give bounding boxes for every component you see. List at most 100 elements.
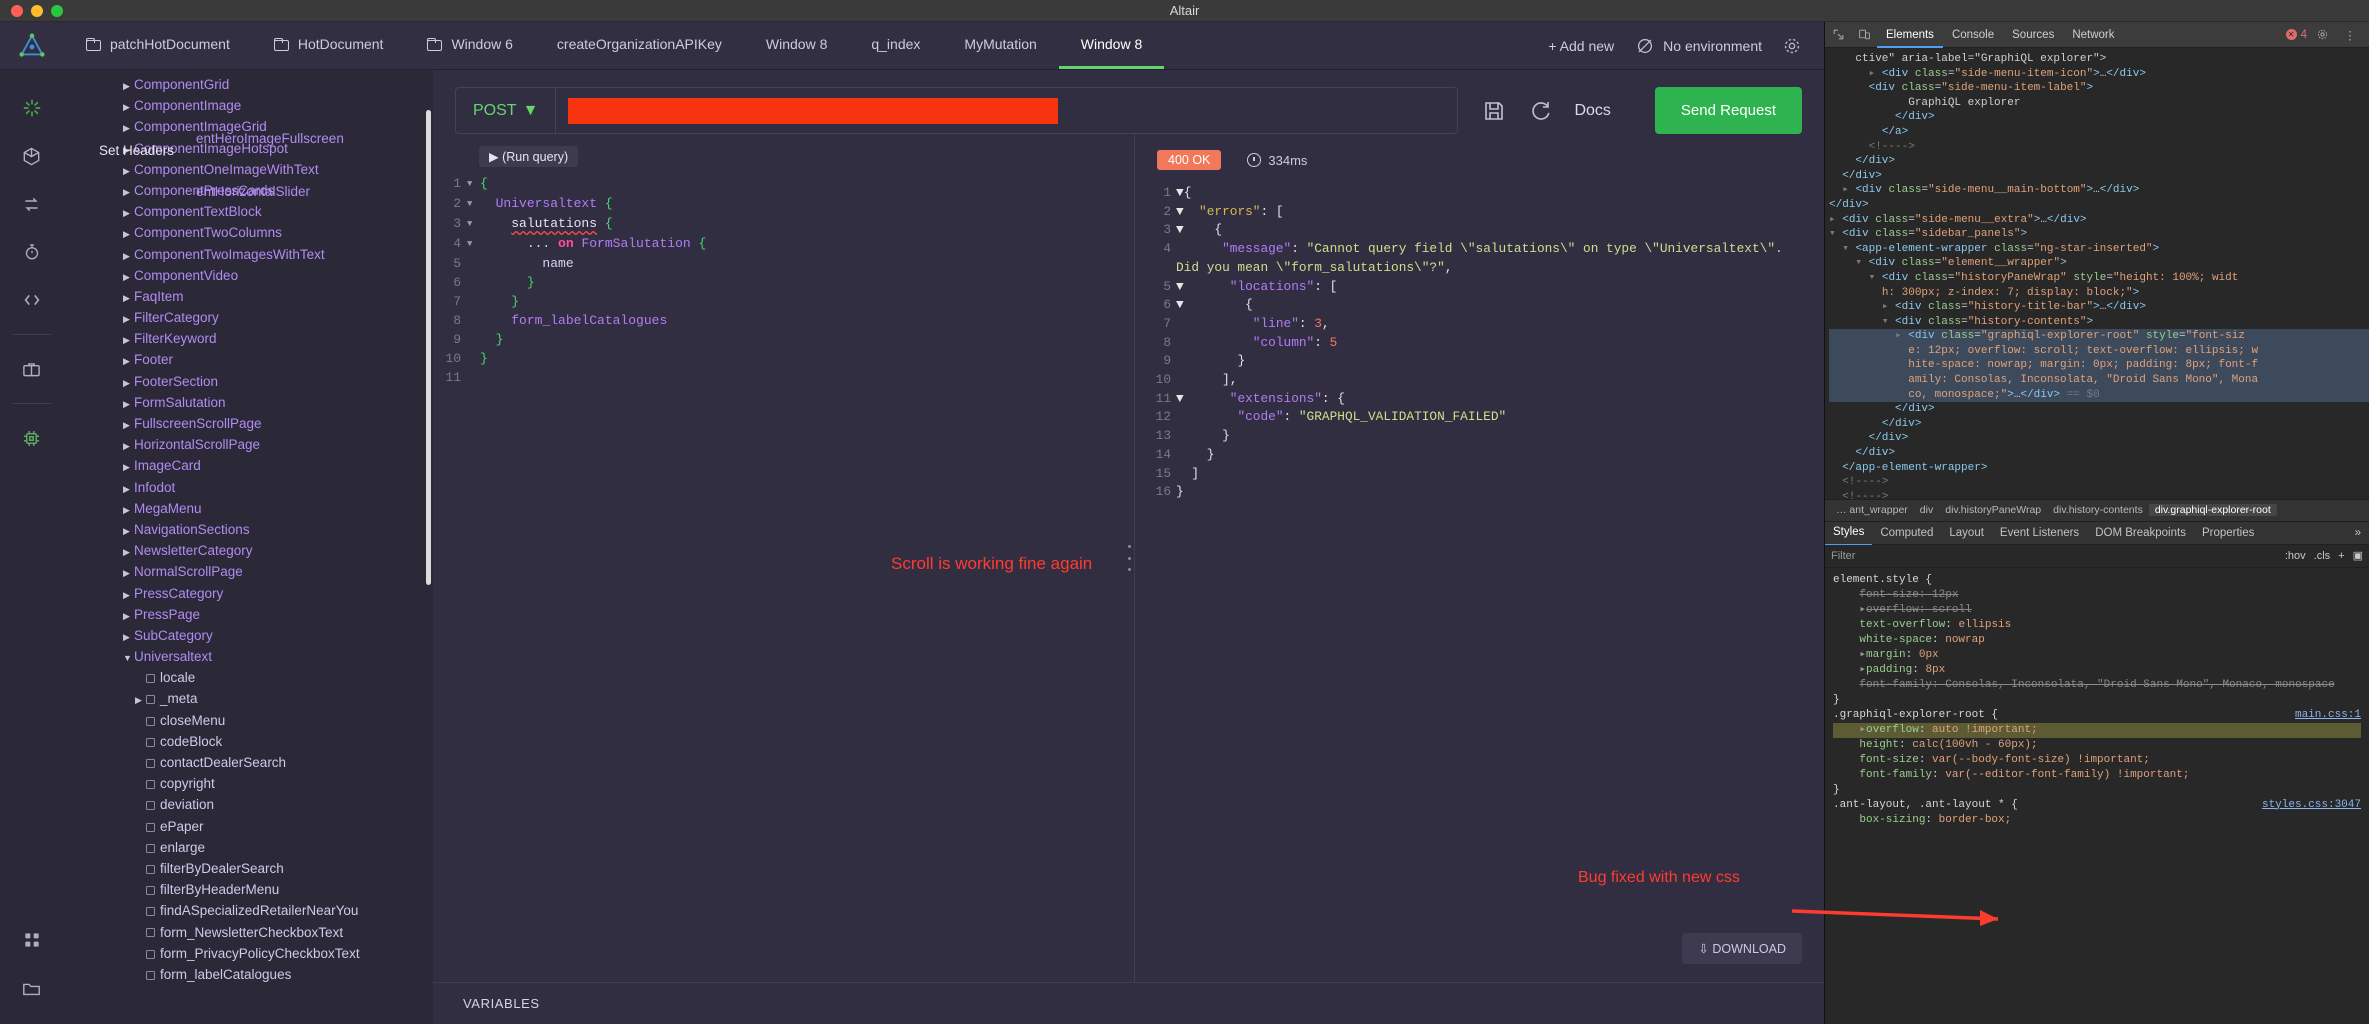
devtools-tab-network[interactable]: Network bbox=[2063, 22, 2123, 48]
docs-field-item[interactable]: form_labelCatalogues bbox=[63, 964, 433, 985]
url-input-redacted[interactable] bbox=[568, 97, 1059, 124]
css-declaration[interactable]: ▸overflow: auto !important; bbox=[1833, 722, 2361, 738]
url-input-group[interactable]: POST ▼ bbox=[455, 87, 1459, 134]
breadcrumb-item[interactable]: div.graphiql-explorer-root bbox=[2148, 504, 2277, 516]
docs-type-item[interactable]: ▶ Footer bbox=[63, 349, 433, 370]
css-rule[interactable]: .ant-layout, .ant-layout * {styles.css:3… bbox=[1833, 798, 2361, 828]
breadcrumb-item[interactable]: div.history-contents bbox=[2047, 504, 2149, 516]
styles-tab-styles[interactable]: Styles bbox=[1825, 520, 1873, 546]
gear-icon[interactable] bbox=[1782, 36, 1802, 56]
docs-type-item[interactable]: ▶ SubCategory bbox=[63, 625, 433, 646]
field-checkbox[interactable] bbox=[146, 907, 155, 917]
field-checkbox[interactable] bbox=[146, 822, 155, 832]
breadcrumb-item[interactable]: div bbox=[1914, 504, 1939, 516]
dom-tree-line[interactable]: ctive" aria-label="GraphiQL explorer"> bbox=[1829, 52, 2369, 67]
docs-field-item[interactable]: filterByHeaderMenu bbox=[63, 879, 433, 900]
css-declaration[interactable]: box-sizing: border-box; bbox=[1833, 813, 2361, 828]
dom-tree-line[interactable]: hite-space: nowrap; margin: 0px; padding… bbox=[1829, 358, 2369, 374]
css-declaration[interactable]: font-family: Consolas, Inconsolata, "Dro… bbox=[1833, 678, 2361, 693]
run-query-codelens[interactable]: ▶ (Run query) bbox=[479, 146, 579, 167]
query-editor-pane[interactable]: ▶ (Run query) 1 ▼{2 ▼ Universaltext {3 ▼ sa… bbox=[433, 134, 1124, 982]
dom-tree-line[interactable]: <!----> bbox=[1829, 140, 2369, 155]
docs-type-item[interactable]: ▶ ComponentImageGrid bbox=[63, 116, 433, 137]
dom-tree-line[interactable]: ▾ <div class="historyPaneWrap" style="he… bbox=[1829, 271, 2369, 286]
fold-arrow-icon[interactable]: ▼ bbox=[467, 195, 480, 214]
docs-type-item[interactable]: ▶ FooterSection bbox=[63, 371, 433, 392]
docs-scrollbar[interactable] bbox=[426, 110, 431, 585]
styles-tab-properties[interactable]: Properties bbox=[2194, 521, 2262, 545]
dom-tree-line[interactable]: <!----> bbox=[1829, 475, 2369, 490]
css-declaration[interactable]: font-size: var(--body-font-size) !import… bbox=[1833, 753, 2361, 768]
docs-type-item[interactable]: ▶ Infodot bbox=[63, 477, 433, 498]
field-checkbox[interactable] bbox=[146, 801, 155, 811]
schema-cube-icon[interactable] bbox=[10, 132, 54, 180]
css-selector[interactable]: .graphiql-explorer-root {main.css:1 bbox=[1833, 708, 2361, 723]
docs-type-item[interactable]: ▶ ComponentGrid bbox=[63, 74, 433, 95]
styles-tabs-overflow-icon[interactable]: » bbox=[2355, 527, 2369, 539]
docs-type-item[interactable]: ▶ FilterKeyword bbox=[63, 328, 433, 349]
breadcrumb-item[interactable]: div.historyPaneWrap bbox=[1939, 504, 2047, 516]
docs-type-item[interactable]: ▶ ComponentTextBlock bbox=[63, 201, 433, 222]
docs-type-item[interactable]: ▶ FormSalutation bbox=[63, 392, 433, 413]
dom-tree-line[interactable]: </div> bbox=[1829, 154, 2369, 169]
dom-tree-line[interactable]: <div class="side-menu-item-label"> bbox=[1829, 81, 2369, 96]
field-checkbox[interactable] bbox=[146, 780, 155, 790]
dom-tree-line[interactable]: </div> bbox=[1829, 417, 2369, 432]
dom-tree-line[interactable]: ▾ <app-element-wrapper class="ng-star-in… bbox=[1829, 242, 2369, 257]
docs-type-item[interactable]: ▶ NormalScrollPage bbox=[63, 561, 433, 582]
dom-tree[interactable]: ctive" aria-label="GraphiQL explorer"> ▸… bbox=[1825, 48, 2369, 499]
window-tab-6[interactable]: MyMutation bbox=[942, 22, 1058, 69]
docs-field-item[interactable]: locale bbox=[63, 667, 433, 688]
css-rule[interactable]: element.style { font-size: 12px ▸overflo… bbox=[1833, 573, 2361, 708]
devtools-panel-tabs[interactable]: Elements Console Sources Network bbox=[1877, 22, 2124, 48]
css-rule[interactable]: .graphiql-explorer-root {main.css:1 ▸ove… bbox=[1833, 708, 2361, 798]
docs-type-item[interactable]: ▶ ComponentPressCards bbox=[63, 180, 433, 201]
window-traffic-lights[interactable] bbox=[0, 4, 63, 17]
graphiql-explorer-panel[interactable]: ▶ ComponentGrid ▶ ComponentImage ▶ ComponentI… bbox=[63, 70, 433, 1024]
refresh-icon[interactable] bbox=[1528, 99, 1552, 123]
docs-button[interactable]: Docs bbox=[1574, 102, 1610, 120]
docs-type-item[interactable]: ▶ NewsletterCategory bbox=[63, 540, 433, 561]
dom-tree-line[interactable]: ▸ <div class="history-title-bar">…</div> bbox=[1829, 300, 2369, 315]
css-selector[interactable]: .ant-layout, .ant-layout * {styles.css:3… bbox=[1833, 798, 2361, 813]
minimize-window-button[interactable] bbox=[31, 4, 43, 17]
css-source-link[interactable]: styles.css:3047 bbox=[2262, 798, 2361, 813]
dom-tree-line[interactable]: <!----> bbox=[1829, 490, 2369, 499]
dom-tree-line[interactable]: </div> bbox=[1829, 169, 2369, 184]
dom-tree-line[interactable]: </div> bbox=[1829, 431, 2369, 446]
docs-field-item[interactable]: form_PrivacyPolicyCheckboxText bbox=[63, 943, 433, 964]
docs-field-item[interactable]: enlarge bbox=[63, 837, 433, 858]
window-tab-1[interactable]: HotDocument bbox=[252, 22, 406, 69]
docs-type-item[interactable]: ▶ ComponentVideo bbox=[63, 265, 433, 286]
fold-arrow-icon[interactable]: ▼ bbox=[1176, 203, 1184, 222]
docs-field-item[interactable]: ePaper bbox=[63, 816, 433, 837]
css-declaration[interactable]: height: calc(100vh - 60px); bbox=[1833, 738, 2361, 753]
dom-breadcrumb[interactable]: … ant_wrapper div div.historyPaneWrap div.h… bbox=[1825, 498, 2369, 521]
fold-arrow-icon[interactable]: ▼ bbox=[1176, 184, 1184, 203]
field-checkbox[interactable] bbox=[146, 843, 155, 853]
field-checkbox[interactable] bbox=[146, 864, 155, 874]
maximize-window-button[interactable] bbox=[51, 4, 63, 17]
css-declaration[interactable]: font-size: 12px bbox=[1833, 588, 2361, 603]
docs-type-item[interactable]: ▶ MegaMenu bbox=[63, 498, 433, 519]
docs-field-item[interactable]: closeMenu bbox=[63, 710, 433, 731]
environment-selector[interactable]: No environment bbox=[1636, 37, 1762, 55]
dom-tree-line[interactable]: </div> bbox=[1829, 402, 2369, 417]
docs-type-item[interactable]: ▶ FullscreenScrollPage bbox=[63, 413, 433, 434]
docs-field-item[interactable]: codeBlock bbox=[63, 731, 433, 752]
docs-type-item[interactable]: ▼ Universaltext bbox=[63, 646, 433, 667]
docs-field-item[interactable]: copyright bbox=[63, 773, 433, 794]
dom-tree-line[interactable]: ▾ <div class="element__wrapper"> bbox=[1829, 256, 2369, 271]
dom-tree-line[interactable]: h: 300px; z-index: 7; display: block;"> bbox=[1829, 286, 2369, 301]
docs-field-item[interactable]: filterByDealerSearch bbox=[63, 858, 433, 879]
fold-arrow-icon[interactable]: ▼ bbox=[1176, 296, 1184, 315]
save-icon[interactable] bbox=[1482, 99, 1506, 123]
docs-field-item[interactable]: ▶ _meta bbox=[63, 688, 433, 709]
field-checkbox[interactable] bbox=[146, 758, 155, 768]
fold-arrow-icon[interactable]: ▼ bbox=[1176, 390, 1184, 409]
dom-tree-line[interactable]: ▾ <div class="history-contents"> bbox=[1829, 315, 2369, 330]
briefcase-icon[interactable] bbox=[10, 345, 54, 393]
window-tab-5[interactable]: q_index bbox=[849, 22, 942, 69]
fold-arrow-icon[interactable]: ▼ bbox=[467, 235, 480, 254]
timer-icon[interactable] bbox=[10, 228, 54, 276]
